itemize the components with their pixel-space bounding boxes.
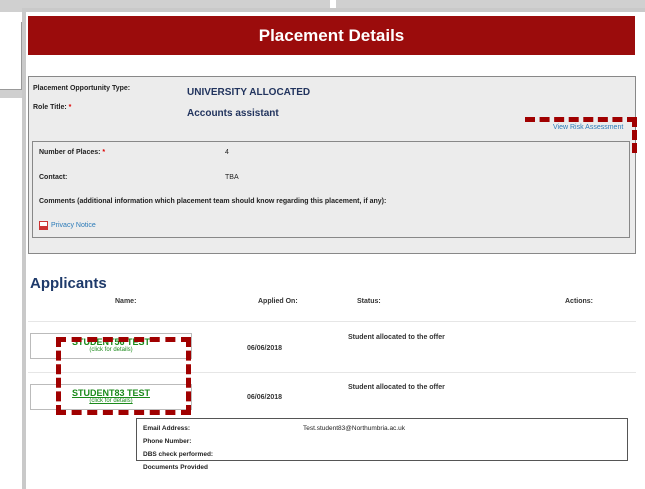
- applied-on-cell: 06/06/2018: [247, 394, 283, 401]
- opportunity-type-label: Placement Opportunity Type:: [33, 85, 131, 92]
- phone-label: Phone Number:: [143, 438, 192, 445]
- comments-label: Comments (additional information which p…: [39, 198, 387, 205]
- role-title-label: Role Title: *: [33, 104, 72, 111]
- contact-label: Contact:: [39, 174, 68, 181]
- col-status: Status:: [357, 298, 381, 305]
- dbs-label: DBS check performed:: [143, 451, 214, 458]
- background-panel: [0, 22, 22, 90]
- email-value: Test.student83@Northumbria.ac.uk: [303, 425, 405, 432]
- required-mark: *: [68, 104, 72, 111]
- email-label: Email Address:: [143, 425, 191, 432]
- places-label: Number of Places: *: [39, 149, 106, 156]
- row-divider: [28, 321, 636, 322]
- col-name: Name:: [115, 298, 137, 305]
- page-title: Placement Details: [28, 16, 635, 55]
- background-panel-bar: [0, 90, 22, 98]
- col-actions: Actions:: [565, 298, 593, 305]
- pdf-icon: [39, 221, 48, 230]
- background-window-bar-right: [336, 0, 645, 8]
- contact-value: TBA: [225, 174, 239, 181]
- role-title-value: Accounts assistant: [187, 108, 279, 119]
- highlight-annotation: [56, 337, 191, 415]
- placement-info-box: [32, 141, 630, 238]
- col-applied-on: Applied On:: [258, 298, 298, 305]
- highlight-annotation: [525, 117, 637, 153]
- applied-on-cell: 06/06/2018: [247, 345, 283, 352]
- documents-label: Documents Provided: [143, 464, 209, 471]
- privacy-notice-link[interactable]: Privacy Notice: [51, 222, 96, 229]
- status-cell: Student allocated to the offer: [348, 334, 445, 341]
- places-value: 4: [225, 149, 229, 156]
- applicants-title: Applicants: [30, 275, 107, 292]
- opportunity-type-value: UNIVERSITY ALLOCATED: [187, 87, 311, 98]
- status-cell: Student allocated to the offer: [348, 384, 445, 391]
